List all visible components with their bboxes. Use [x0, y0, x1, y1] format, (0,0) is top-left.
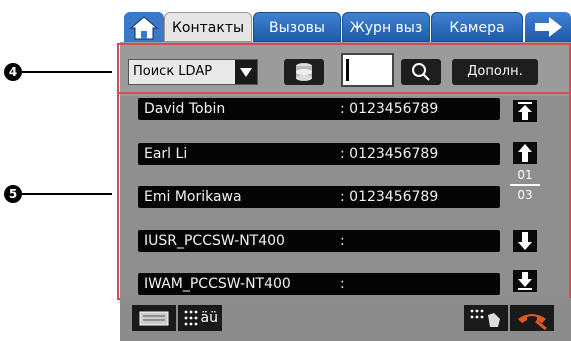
callout-leader-4 [22, 71, 112, 73]
tab-call-log[interactable]: Журн выз [342, 12, 430, 42]
tab-bar: Контакты Вызовы Журн выз Камера [120, 0, 571, 42]
toolbar-callout-frame [117, 43, 571, 94]
home-icon [129, 16, 159, 40]
tabs-next-button[interactable] [525, 12, 571, 42]
tab-camera[interactable]: Камера [431, 12, 523, 42]
tab-calls[interactable]: Вызовы [253, 12, 341, 42]
arrow-right-icon [535, 17, 562, 37]
keyboard-icon [139, 311, 169, 326]
callout-number-5: 5 [4, 185, 22, 203]
special-chars-button[interactable]: äü [178, 305, 222, 331]
callout-leader-5 [22, 193, 112, 195]
list-callout-frame [117, 92, 571, 300]
hand-keypad-icon [470, 309, 500, 327]
keyboard-button[interactable] [132, 305, 176, 331]
phone-screen: Контакты Вызовы Журн выз Камера Поиск LD… [117, 0, 571, 341]
callout-number-4: 4 [4, 63, 22, 81]
hangup-button[interactable] [510, 305, 554, 331]
home-tab[interactable] [124, 12, 164, 42]
bottom-toolbar: äü [120, 298, 571, 341]
touch-keypad-button[interactable] [464, 305, 508, 331]
keypad-icon [184, 310, 198, 326]
special-chars-label: äü [200, 310, 218, 326]
hangup-icon [518, 314, 547, 331]
tab-contacts[interactable]: Контакты [164, 12, 252, 42]
